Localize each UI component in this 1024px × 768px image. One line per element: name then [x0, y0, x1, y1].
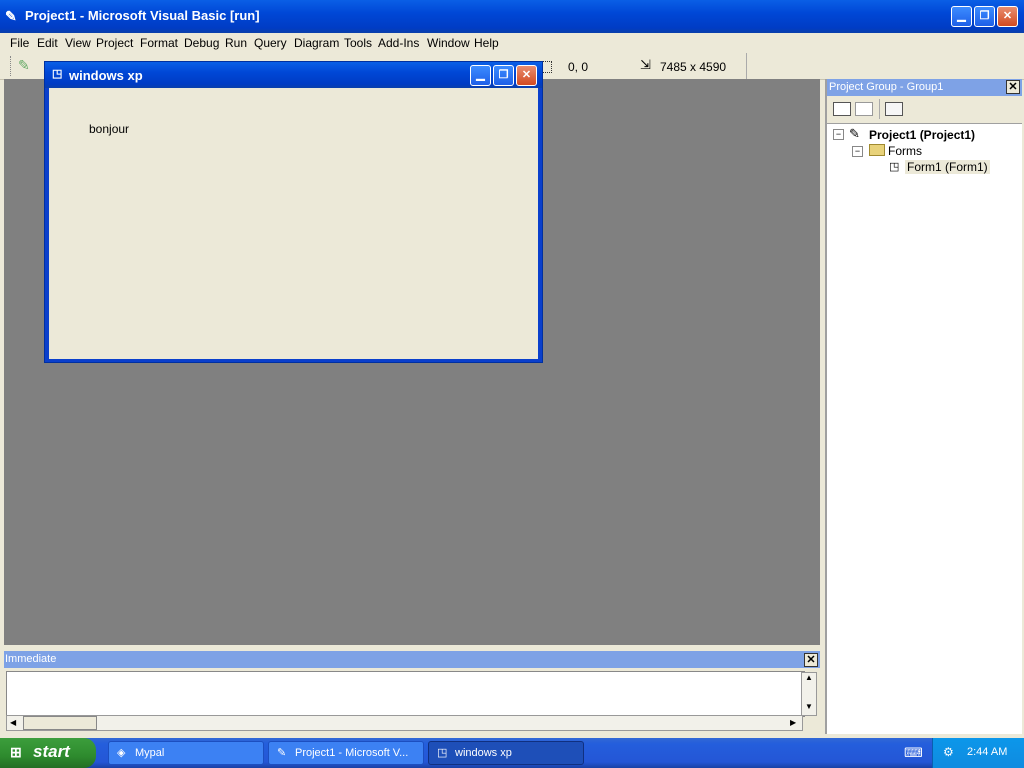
size-icon: ⇲: [640, 57, 651, 72]
project-explorer: Project Group - Group1 ✕ − ✎ Project1 (P…: [825, 79, 1022, 734]
position-icon: [542, 61, 552, 73]
size-readout: 7485 x 4590: [660, 60, 727, 74]
menu-bar: File Edit View Project Format Debug Run …: [0, 33, 1024, 53]
task-windows-xp[interactable]: ◳ windows xp: [428, 741, 584, 765]
form-icon: ◳: [889, 161, 900, 173]
toolbar-separator: [879, 99, 880, 119]
maximize-button[interactable]: ❐: [974, 6, 995, 27]
menu-file[interactable]: File: [10, 36, 29, 50]
menu-edit[interactable]: Edit: [37, 36, 58, 50]
tree-form1-node[interactable]: Form1 (Form1): [905, 160, 990, 174]
task-label: Project1 - Microsoft V...: [295, 747, 409, 759]
toolbar-separator: [746, 53, 747, 79]
tree-project-node[interactable]: Project1 (Project1): [869, 128, 975, 142]
menu-view[interactable]: View: [65, 36, 91, 50]
form-title: windows xp: [69, 68, 143, 83]
menu-run[interactable]: Run: [225, 36, 247, 50]
form-task-icon: ◳: [437, 747, 448, 759]
toggle-folders-icon[interactable]: [885, 102, 903, 116]
task-mypal[interactable]: ◈ Mypal: [108, 741, 264, 765]
immediate-close-button[interactable]: ✕: [804, 653, 818, 667]
project-explorer-toolbar: [827, 96, 1022, 124]
menu-tools[interactable]: Tools: [344, 36, 372, 50]
menu-add-ins[interactable]: Add-Ins: [378, 36, 419, 50]
scroll-left-icon[interactable]: ◀: [10, 718, 16, 727]
menu-help[interactable]: Help: [474, 36, 499, 50]
form-title-bar[interactable]: ◳ windows xp ▁ ❐ ✕: [45, 62, 542, 88]
vertical-scrollbar[interactable]: ▲ ▼: [801, 672, 817, 716]
folder-icon: [869, 144, 885, 156]
task-label: Mypal: [135, 747, 165, 759]
project-icon: ✎: [849, 126, 860, 141]
menu-debug[interactable]: Debug: [184, 36, 219, 50]
menu-format[interactable]: Format: [140, 36, 178, 50]
windows-logo-icon: ⊞: [10, 744, 22, 760]
immediate-text-area[interactable]: [6, 671, 805, 717]
main-title-bar[interactable]: ✎ Project1 - Microsoft Visual Basic [run…: [0, 0, 1024, 33]
collapse-project-icon[interactable]: −: [833, 129, 844, 140]
project-explorer-header[interactable]: Project Group - Group1 ✕: [827, 79, 1022, 96]
collapse-forms-icon[interactable]: −: [852, 146, 863, 157]
immediate-title: Immediate: [5, 653, 57, 665]
main-window-title: Project1 - Microsoft Visual Basic [run]: [25, 8, 260, 23]
vb-app-icon[interactable]: ✎: [5, 8, 17, 25]
form-window-icon: ◳: [52, 68, 63, 80]
taskbar: ⊞ start ◈ Mypal ✎ Project1 - Microsoft V…: [0, 738, 1024, 768]
tree-forms-node[interactable]: Forms: [888, 144, 922, 158]
form-maximize-button[interactable]: ❐: [493, 65, 514, 86]
project-explorer-close-button[interactable]: ✕: [1006, 80, 1020, 94]
close-button[interactable]: ✕: [997, 6, 1018, 27]
menu-window[interactable]: Window: [427, 36, 470, 50]
bonjour-label: bonjour: [89, 122, 130, 136]
keyboard-icon[interactable]: ⌨: [904, 745, 923, 761]
minimize-button[interactable]: ▁: [951, 6, 972, 27]
scroll-down-icon[interactable]: ▼: [805, 702, 813, 711]
menu-query[interactable]: Query: [254, 36, 287, 50]
immediate-header[interactable]: Immediate ✕: [4, 651, 820, 668]
vb-task-icon: ✎: [277, 747, 287, 759]
position-readout: 0, 0: [568, 60, 589, 74]
scroll-up-icon[interactable]: ▲: [805, 673, 813, 682]
network-icon[interactable]: ⚙: [943, 745, 954, 759]
form-window[interactable]: ◳ windows xp ▁ ❐ ✕ bonjour: [44, 61, 543, 363]
scroll-thumb[interactable]: [23, 716, 97, 730]
immediate-window: Immediate ✕ ▲ ▼ ◀ ▶: [4, 651, 820, 734]
form-minimize-button[interactable]: ▁: [470, 65, 491, 86]
start-button[interactable]: ⊞ start: [0, 738, 96, 768]
mypal-icon: ◈: [117, 747, 126, 759]
form-close-button[interactable]: ✕: [516, 65, 537, 86]
view-code-icon[interactable]: [833, 102, 851, 116]
clock[interactable]: 2:44 AM: [967, 746, 1007, 758]
system-tray: ⚙ 2:44 AM: [932, 738, 1024, 768]
start-label: start: [33, 742, 70, 761]
toolbar-grip[interactable]: [10, 56, 14, 76]
horizontal-scrollbar[interactable]: ◀ ▶: [6, 715, 803, 731]
task-label: windows xp: [455, 747, 512, 759]
scroll-right-icon[interactable]: ▶: [790, 718, 796, 727]
menu-project[interactable]: Project: [96, 36, 133, 50]
form-client-area: bonjour: [49, 88, 538, 359]
project-explorer-title: Project Group - Group1: [829, 81, 944, 93]
menu-diagram[interactable]: Diagram: [294, 36, 339, 50]
view-object-icon[interactable]: [855, 102, 873, 116]
task-visual-basic[interactable]: ✎ Project1 - Microsoft V...: [268, 741, 424, 765]
add-project-icon[interactable]: ✎: [18, 57, 30, 74]
